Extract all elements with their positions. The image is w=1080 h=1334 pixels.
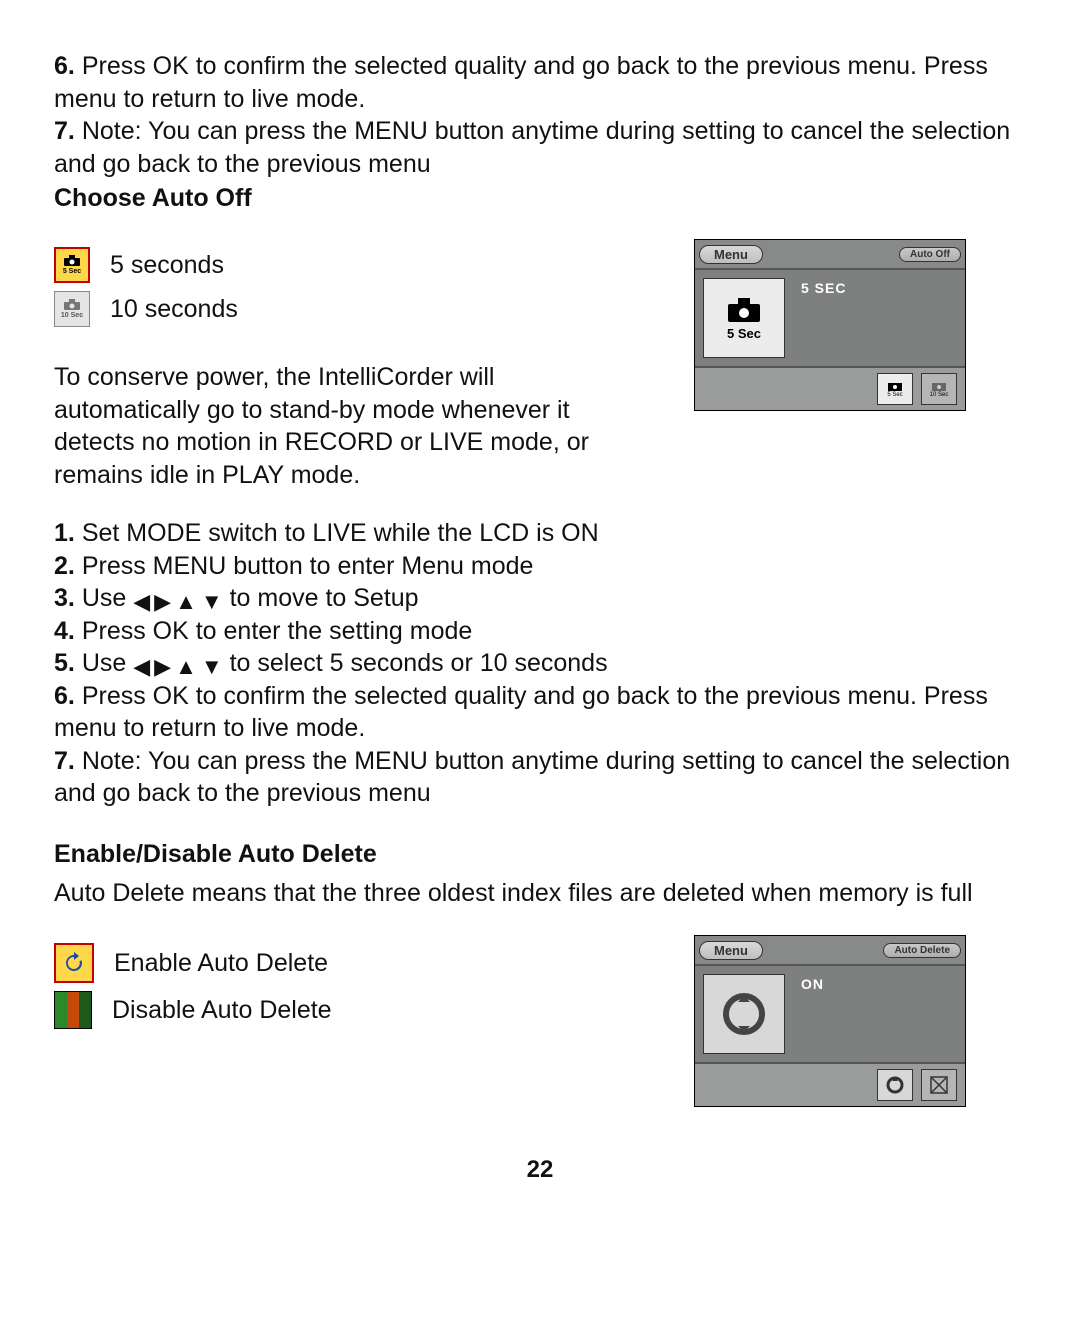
step-number: 6. xyxy=(54,52,75,80)
cycle-icon xyxy=(54,943,94,983)
step-text: Press OK to confirm the selected quality… xyxy=(54,52,988,113)
option-label: Disable Auto Delete xyxy=(112,994,332,1027)
device-value: ON xyxy=(793,966,965,1062)
step-text: Note: You can press the MENU button anyt… xyxy=(54,117,1010,178)
device-screenshot-auto-delete: Menu Auto Delete ON xyxy=(694,935,966,1107)
step-7-top: 7. Note: You can press the MENU button a… xyxy=(54,115,1026,180)
device-footer: 5 Sec 10 Sec xyxy=(695,366,965,410)
step-number: 7. xyxy=(54,117,75,145)
step-4: 4. Press OK to enter the setting mode xyxy=(54,615,1026,648)
footer-icon-5sec: 5 Sec xyxy=(877,373,913,405)
option-5-seconds: 5 Sec 5 seconds xyxy=(54,247,654,283)
step-6: 6. Press OK to confirm the selected qual… xyxy=(54,680,1026,745)
step-7: 7. Note: You can press the MENU button a… xyxy=(54,745,1026,810)
heading-auto-off: Choose Auto Off xyxy=(54,184,1026,213)
footer-icon-10sec: 10 Sec xyxy=(921,373,957,405)
option-10-seconds: 10 Sec 10 seconds xyxy=(54,291,654,327)
footer-icon-enable xyxy=(877,1069,913,1101)
device-value: 5 SEC xyxy=(793,270,965,366)
auto-off-block: 5 Sec 5 seconds 10 Sec 10 seconds To con… xyxy=(54,239,1026,491)
option-label: 5 seconds xyxy=(110,249,224,282)
option-label: 10 seconds xyxy=(110,293,238,326)
step-6-top: 6. Press OK to confirm the selected qual… xyxy=(54,50,1026,115)
menu-pill: Menu xyxy=(699,245,763,264)
step-2: 2. Press MENU button to enter Menu mode xyxy=(54,550,1026,583)
direction-arrows-icon: ◀ ▶ ▲ ▼ xyxy=(133,656,222,678)
device-header: Menu Auto Delete xyxy=(695,936,965,966)
auto-delete-description: Auto Delete means that the three oldest … xyxy=(54,877,1026,910)
step-1: 1. Set MODE switch to LIVE while the LCD… xyxy=(54,517,1026,550)
device-footer xyxy=(695,1062,965,1106)
selected-option-cell: 5 Sec xyxy=(703,278,785,358)
auto-delete-block: Enable Auto Delete Disable Auto Delete M… xyxy=(54,935,1026,1107)
selected-option-cell xyxy=(703,974,785,1054)
auto-off-description: To conserve power, the IntelliCorder wil… xyxy=(54,361,614,491)
footer-icon-disable xyxy=(921,1069,957,1101)
step-3: 3. Use ◀ ▶ ▲ ▼ to move to Setup xyxy=(54,582,1026,615)
device-screenshot-auto-off: Menu Auto Off 5 Sec 5 SEC 5 Sec xyxy=(694,239,966,411)
title-pill: Auto Delete xyxy=(883,943,961,958)
stripes-icon xyxy=(54,991,92,1029)
heading-auto-delete: Enable/Disable Auto Delete xyxy=(54,840,1026,869)
option-disable-auto-delete: Disable Auto Delete xyxy=(54,991,654,1029)
step-5: 5. Use ◀ ▶ ▲ ▼ to select 5 seconds or 10… xyxy=(54,647,1026,680)
manual-page: 6. Press OK to confirm the selected qual… xyxy=(0,0,1080,1334)
camera-5sec-icon: 5 Sec xyxy=(54,247,90,283)
page-number: 22 xyxy=(0,1156,1080,1184)
device-header: Menu Auto Off xyxy=(695,240,965,270)
title-pill: Auto Off xyxy=(899,247,961,262)
option-enable-auto-delete: Enable Auto Delete xyxy=(54,943,654,983)
menu-pill: Menu xyxy=(699,941,763,960)
direction-arrows-icon: ◀ ▶ ▲ ▼ xyxy=(133,591,222,613)
option-label: Enable Auto Delete xyxy=(114,947,328,980)
camera-10sec-icon: 10 Sec xyxy=(54,291,90,327)
